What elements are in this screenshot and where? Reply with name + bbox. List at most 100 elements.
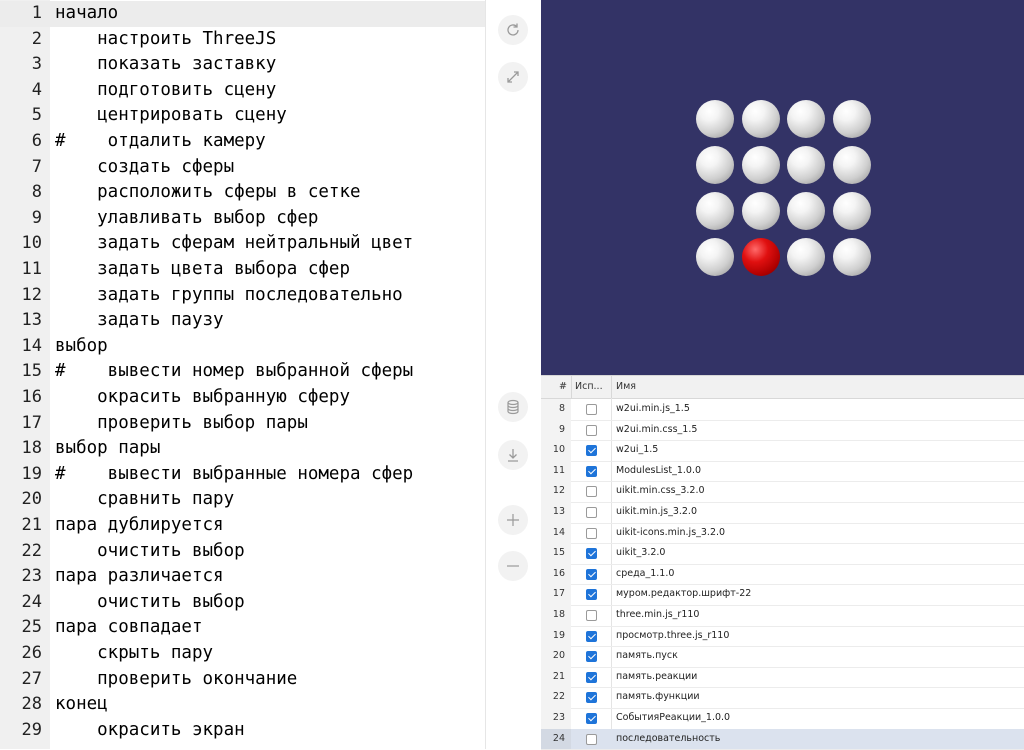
- use-checkbox[interactable]: [586, 589, 597, 601]
- code-text[interactable]: окрасить экран: [55, 718, 245, 744]
- code-text[interactable]: задать паузу: [55, 308, 223, 334]
- table-row[interactable]: 12 uikit.min.css_3.2.0: [541, 481, 1024, 503]
- code-line[interactable]: 18 выбор пары: [0, 436, 485, 462]
- code-text[interactable]: окрасить выбранную сферу: [55, 385, 350, 411]
- use-checkbox[interactable]: [586, 404, 597, 415]
- code-line[interactable]: 20 сравнить пару: [0, 487, 485, 513]
- table-row[interactable]: 18 three.min.js_r110: [541, 605, 1024, 627]
- sphere[interactable]: [696, 100, 734, 138]
- use-checkbox[interactable]: [586, 568, 597, 580]
- code-line[interactable]: 24 очистить выбор: [0, 590, 485, 616]
- sphere[interactable]: [832, 146, 871, 184]
- code-line[interactable]: 1 начало: [0, 1, 485, 27]
- code-line[interactable]: 5 центрировать сцену: [0, 103, 485, 129]
- code-line[interactable]: 14 выбор: [0, 334, 485, 360]
- use-checkbox[interactable]: [586, 692, 597, 704]
- use-checkbox[interactable]: [586, 445, 597, 457]
- use-checkbox[interactable]: [586, 610, 597, 621]
- code-line[interactable]: 19 # вывести выбранные номера сфер: [0, 462, 485, 488]
- code-text[interactable]: конец: [55, 692, 108, 718]
- code-text[interactable]: создать сферы: [55, 155, 234, 181]
- code-line[interactable]: 8 расположить сферы в сетке: [0, 180, 485, 206]
- threejs-viewport[interactable]: [541, 0, 1024, 375]
- code-text[interactable]: # отдалить камеру: [55, 129, 266, 155]
- code-line[interactable]: 13 задать паузу: [0, 308, 485, 334]
- code-text[interactable]: улавливать выбор сфер: [55, 206, 318, 232]
- use-checkbox[interactable]: [586, 465, 597, 477]
- code-line[interactable]: 26 скрыть пару: [0, 641, 485, 667]
- code-editor[interactable]: 1 начало 2 настроить ThreeJS 3 показать зас…: [0, 0, 485, 749]
- code-line[interactable]: 28 конец: [0, 692, 485, 718]
- code-line[interactable]: 4 подготовить сцену: [0, 78, 485, 104]
- download-button[interactable]: [498, 440, 528, 470]
- code-line[interactable]: 9 улавливать выбор сфер: [0, 206, 485, 232]
- table-row[interactable]: 11 ModulesList_1.0.0: [541, 460, 1024, 483]
- code-line[interactable]: 23 пара различается: [0, 564, 485, 590]
- code-line[interactable]: 7 создать сферы: [0, 155, 485, 181]
- sphere[interactable]: [832, 100, 871, 138]
- code-line[interactable]: 29 окрасить экран: [0, 718, 485, 744]
- sphere[interactable]: [832, 192, 871, 230]
- code-text[interactable]: расположить сферы в сетке: [55, 180, 360, 206]
- table-row[interactable]: 13 uikit.min.js_3.2.0: [541, 502, 1024, 524]
- sphere[interactable]: [787, 100, 825, 138]
- table-row[interactable]: 15 uikit_3.2.0: [541, 543, 1024, 565]
- code-line[interactable]: 25 пара совпадает: [0, 615, 485, 641]
- use-checkbox[interactable]: [586, 651, 597, 663]
- code-text[interactable]: проверить выбор пары: [55, 411, 308, 437]
- code-text[interactable]: центрировать сцену: [55, 103, 287, 129]
- sphere[interactable]: [741, 146, 780, 184]
- table-row[interactable]: 8 w2ui.min.js_1.5: [541, 399, 1024, 421]
- code-line[interactable]: 6 # отдалить камеру: [0, 129, 485, 155]
- code-text[interactable]: пара совпадает: [55, 615, 203, 641]
- reload-button[interactable]: [498, 15, 528, 45]
- code-text[interactable]: скрыть пару: [55, 641, 213, 667]
- table-row[interactable]: 24 последовательность: [541, 728, 1024, 750]
- database-button[interactable]: [498, 392, 528, 422]
- table-row[interactable]: 14 uikit-icons.min.js_3.2.0: [541, 522, 1024, 545]
- zoom-out-button[interactable]: [498, 551, 528, 581]
- code-line[interactable]: 16 окрасить выбранную сферу: [0, 385, 485, 411]
- column-header-use[interactable]: Исп...: [575, 376, 603, 398]
- sphere[interactable]: [696, 192, 734, 230]
- code-text[interactable]: # вывести номер выбранной сферы: [55, 359, 413, 385]
- code-text[interactable]: проверить окончание: [55, 667, 297, 693]
- code-text[interactable]: # вывести выбранные номера сфер: [55, 462, 413, 488]
- sphere[interactable]: [787, 238, 825, 276]
- code-text[interactable]: задать цвета выбора сфер: [55, 257, 350, 283]
- code-text[interactable]: сравнить пару: [55, 487, 234, 513]
- use-checkbox[interactable]: [586, 486, 597, 498]
- code-line[interactable]: 12 задать группы последовательно: [0, 283, 485, 309]
- code-text[interactable]: пара различается: [55, 564, 224, 590]
- code-text[interactable]: выбор пары: [55, 436, 160, 462]
- use-checkbox[interactable]: [586, 671, 597, 683]
- table-row[interactable]: 10 w2ui_1.5: [541, 440, 1024, 462]
- table-row[interactable]: 23 СобытияРеакции_1.0.0: [541, 708, 1024, 730]
- table-row[interactable]: 22 память.функции: [541, 687, 1024, 709]
- use-checkbox[interactable]: [586, 527, 597, 539]
- code-line[interactable]: 10 задать сферам нейтральный цвет: [0, 231, 485, 257]
- use-checkbox[interactable]: [586, 713, 597, 724]
- code-text[interactable]: начало: [55, 1, 118, 27]
- code-text[interactable]: выбор: [55, 334, 108, 360]
- use-checkbox[interactable]: [586, 630, 597, 642]
- use-checkbox[interactable]: [586, 507, 597, 518]
- table-row[interactable]: 9 w2ui.min.css_1.5: [541, 419, 1024, 442]
- table-row[interactable]: 16 среда_1.1.0: [541, 563, 1024, 586]
- use-checkbox[interactable]: [586, 424, 597, 436]
- code-text[interactable]: очистить выбор: [55, 539, 245, 565]
- sphere-selected[interactable]: [741, 238, 780, 276]
- code-line[interactable]: 3 показать заставку: [0, 52, 485, 78]
- code-line[interactable]: 15 # вывести номер выбранной сферы: [0, 359, 485, 385]
- code-line[interactable]: 11 задать цвета выбора сфер: [0, 257, 485, 283]
- table-row[interactable]: 20 память.пуск: [541, 646, 1024, 668]
- code-line[interactable]: 17 проверить выбор пары: [0, 411, 485, 437]
- code-line[interactable]: 21 пара дублируется: [0, 513, 485, 539]
- sphere[interactable]: [787, 192, 825, 230]
- use-checkbox[interactable]: [586, 733, 597, 745]
- sphere[interactable]: [696, 238, 734, 276]
- code-text[interactable]: задать сферам нейтральный цвет: [55, 231, 413, 257]
- fullscreen-button[interactable]: [498, 62, 528, 92]
- sphere[interactable]: [832, 238, 871, 276]
- sphere[interactable]: [741, 192, 780, 230]
